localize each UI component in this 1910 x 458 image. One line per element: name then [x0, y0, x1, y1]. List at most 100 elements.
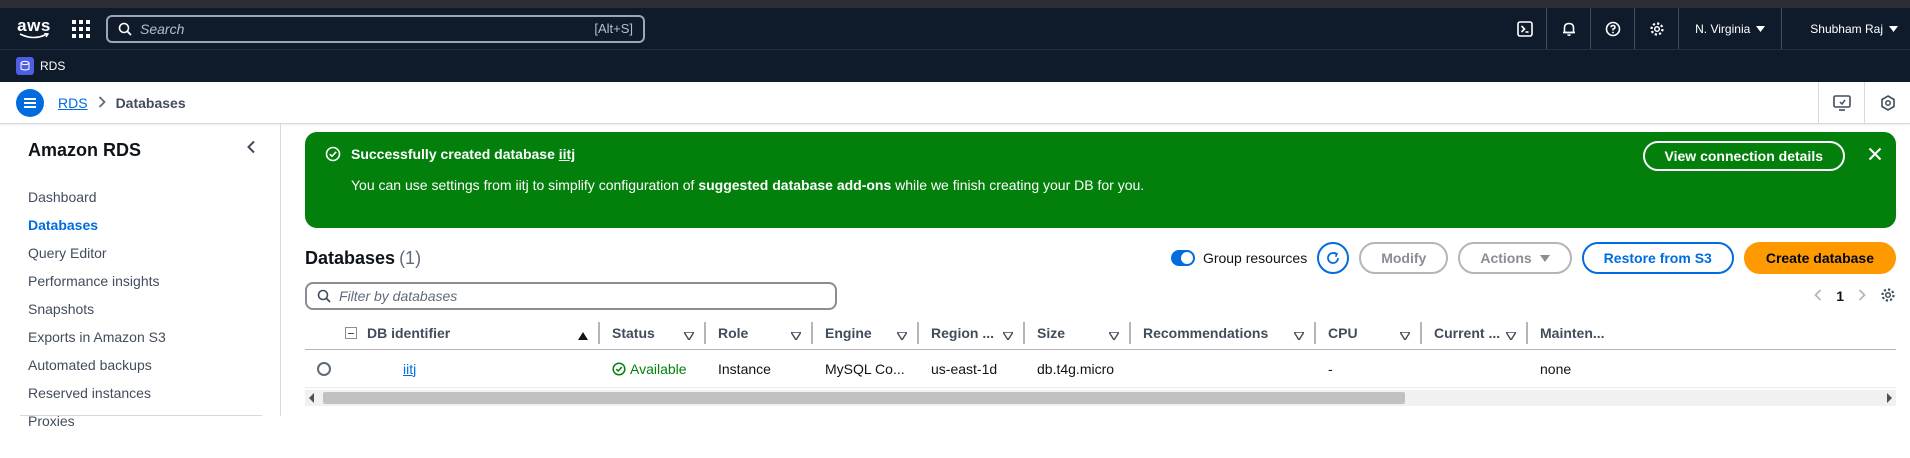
sidebar-item-databases[interactable]: Databases	[28, 211, 280, 239]
sidebar-item-automated-backups[interactable]: Automated backups	[28, 351, 280, 379]
column-status[interactable]: Status	[600, 316, 706, 350]
flash-body-bold: suggested database add-ons	[698, 177, 892, 193]
menu-hamburger-icon[interactable]	[16, 88, 44, 117]
settings-gear-icon[interactable]	[1635, 8, 1680, 49]
filter-databases-input[interactable]: Filter by databases	[305, 282, 837, 310]
sidebar-item-performance-insights[interactable]: Performance insights	[28, 267, 280, 295]
databases-title: Databases	[305, 247, 396, 268]
column-cpu[interactable]: CPU	[1316, 316, 1422, 350]
flash-db-name: iitj	[558, 146, 576, 162]
flash-body: You can use settings from iitj to simpli…	[325, 177, 1876, 193]
hexagon-settings-icon[interactable]	[1864, 82, 1910, 124]
column-engine[interactable]: Engine	[813, 316, 919, 350]
column-recommendations[interactable]: Recommendations	[1131, 316, 1316, 350]
caret-down-icon	[1756, 25, 1766, 32]
horizontal-scrollbar[interactable]	[305, 390, 1896, 406]
side-navigation: Amazon RDS Dashboard Databases Query Edi…	[0, 124, 281, 429]
toggle-switch[interactable]	[1170, 250, 1195, 266]
status-cell: Available	[600, 361, 706, 377]
role-cell: Instance	[718, 360, 771, 377]
restore-from-s3-button[interactable]: Restore from S3	[1581, 242, 1734, 274]
databases-header: Databases (1) Group resources Modify Act…	[305, 242, 1896, 274]
sort-icon	[1107, 327, 1121, 343]
table-row[interactable]: iitj Available Instance MySQL Co... us-e…	[305, 350, 1896, 388]
column-current[interactable]: Current ...	[1422, 316, 1528, 350]
size-cell: db.t4g.micro	[1037, 360, 1115, 377]
main-content: Successfully created database iitj You c…	[281, 124, 1910, 416]
column-label: Region ...	[931, 324, 994, 341]
row-radio-button[interactable]	[317, 361, 331, 376]
aws-logo[interactable]: aws	[16, 15, 52, 43]
close-icon[interactable]	[1868, 147, 1882, 166]
success-flashbar: Successfully created database iitj You c…	[305, 132, 1896, 228]
chevron-right-icon	[98, 95, 106, 111]
databases-actions: Group resources Modify Actions Restore f…	[1170, 242, 1896, 274]
sidebar-item-query-editor[interactable]: Query Editor	[28, 239, 280, 267]
services-grid-icon[interactable]	[70, 18, 92, 40]
column-label: Role	[718, 324, 749, 341]
scrollbar-thumb[interactable]	[323, 392, 1405, 404]
browser-top-strip	[0, 0, 1910, 8]
db-identifier-link[interactable]: iitj	[403, 361, 416, 377]
aws-logo-text: aws	[17, 15, 51, 35]
group-resources-toggle[interactable]: Group resources	[1170, 250, 1308, 266]
row-select-cell	[305, 361, 337, 376]
modify-button[interactable]: Modify	[1359, 242, 1449, 274]
next-page-icon[interactable]	[1858, 288, 1866, 304]
sidebar-item-dashboard[interactable]: Dashboard	[28, 183, 280, 211]
column-region[interactable]: Region ...	[919, 316, 1025, 350]
sort-icon	[1504, 327, 1518, 343]
group-resources-label: Group resources	[1202, 250, 1308, 266]
account-menu[interactable]: Shubham Raj	[1782, 22, 1898, 36]
status-text: Available	[630, 360, 687, 377]
sidebar-item-reserved-instances[interactable]: Reserved instances	[28, 379, 280, 407]
refresh-icon[interactable]	[1317, 242, 1350, 274]
column-db-identifier[interactable]: DB identifier	[337, 316, 600, 350]
expand-all-icon[interactable]	[345, 326, 357, 339]
sidebar-item-proxies[interactable]: Proxies	[28, 407, 280, 435]
column-size[interactable]: Size	[1025, 316, 1131, 350]
user-name: Shubham Raj	[1810, 21, 1883, 36]
sidebar-item-exports-s3[interactable]: Exports in Amazon S3	[28, 323, 280, 351]
flash-body-start: You can use settings from iitj to simpli…	[351, 177, 695, 193]
success-check-icon	[325, 146, 341, 162]
sort-icon	[1001, 327, 1015, 343]
breadcrumb-current: Databases	[115, 94, 186, 111]
sidebar-item-snapshots[interactable]: Snapshots	[28, 295, 280, 323]
actions-dropdown[interactable]: Actions	[1458, 242, 1572, 274]
feedback-monitor-icon[interactable]	[1818, 82, 1864, 124]
column-label: Status	[612, 324, 655, 341]
help-icon[interactable]	[1591, 8, 1636, 49]
current-page[interactable]: 1	[1836, 288, 1844, 304]
cloudshell-icon[interactable]	[1503, 8, 1548, 49]
notifications-bell-icon[interactable]	[1547, 8, 1592, 49]
collapse-sidebar-icon[interactable]	[246, 140, 256, 159]
top-right-controls: N. Virginia Shubham Raj	[1503, 8, 1898, 49]
status-badge: Available	[612, 361, 706, 377]
scroll-right-icon[interactable]	[1887, 393, 1892, 403]
flash-title-text: Successfully created database	[351, 146, 555, 162]
region-label: N. Virginia	[1695, 21, 1751, 36]
scroll-left-icon[interactable]	[309, 393, 314, 403]
table-preferences-gear-icon[interactable]	[1880, 287, 1896, 306]
breadcrumb-rds-link[interactable]: RDS	[58, 95, 88, 111]
column-maintenance[interactable]: Mainten...	[1528, 316, 1614, 350]
select-column-header	[305, 316, 337, 350]
breadcrumb-bar: RDS Databases	[0, 82, 1910, 124]
prev-page-icon[interactable]	[1814, 288, 1822, 304]
sort-icon	[1292, 327, 1306, 343]
global-search-input[interactable]: Search [Alt+S]	[106, 14, 645, 43]
service-name-link[interactable]: RDS	[40, 59, 65, 73]
column-label: Current ...	[1434, 324, 1501, 341]
top-navigation: aws Search [Alt+S] N. Virginia Shubham R…	[0, 8, 1910, 49]
column-label: Size	[1037, 324, 1066, 341]
search-shortcut: [Alt+S]	[594, 21, 633, 36]
view-connection-details-button[interactable]: View connection details	[1642, 141, 1845, 171]
db-identifier-cell: iitj	[337, 361, 600, 377]
sort-icon	[789, 327, 803, 343]
region-selector[interactable]: N. Virginia	[1679, 8, 1783, 49]
rds-service-icon[interactable]	[16, 57, 34, 75]
create-database-button[interactable]: Create database	[1743, 242, 1896, 274]
column-role[interactable]: Role	[706, 316, 813, 350]
sidebar-title: Amazon RDS	[28, 140, 142, 160]
